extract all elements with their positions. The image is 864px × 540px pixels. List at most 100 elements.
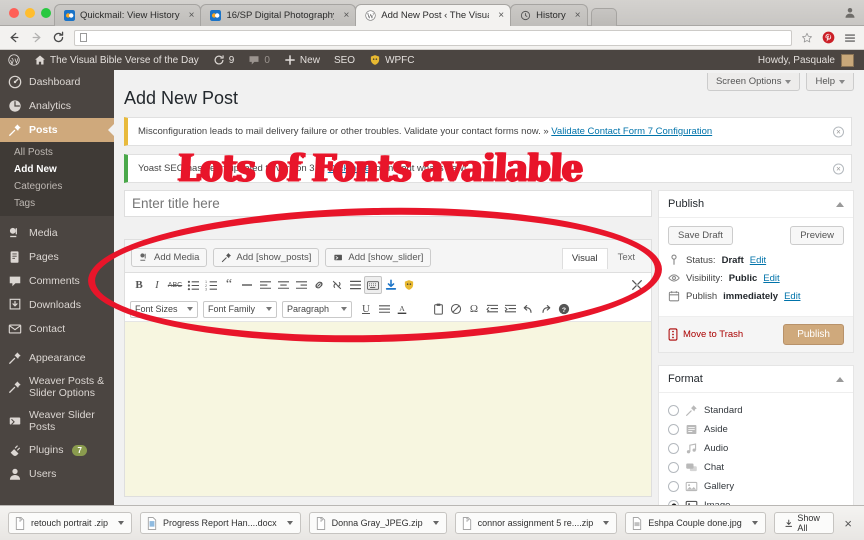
browser-tab-3[interactable]: History × xyxy=(510,4,588,26)
add-media-button[interactable]: Add Media xyxy=(131,247,208,267)
dismiss-notice-icon[interactable]: × xyxy=(833,126,844,137)
paste-as-text-button[interactable] xyxy=(429,300,447,318)
bold-button[interactable]: B xyxy=(130,276,148,294)
redo-button[interactable] xyxy=(537,300,555,318)
download-item-4[interactable]: Eshpa Couple done.jpg xyxy=(625,512,766,534)
numbered-list-button[interactable]: 123 xyxy=(202,276,220,294)
keyboard-shortcuts-button[interactable]: ? xyxy=(555,300,573,318)
remove-link-button[interactable] xyxy=(328,276,346,294)
insert-link-button[interactable] xyxy=(310,276,328,294)
horizontal-rule-button[interactable] xyxy=(238,276,256,294)
hamburger-menu-icon[interactable] xyxy=(844,32,856,44)
sidebar-item-media[interactable]: Media xyxy=(0,221,114,245)
font-sizes-select[interactable]: Font Sizes xyxy=(130,300,198,318)
special-character-button[interactable]: Ω xyxy=(465,300,483,318)
sidebar-item-plugins[interactable]: Plugins 7 xyxy=(0,438,114,462)
read-more-button[interactable] xyxy=(346,276,364,294)
save-draft-button[interactable]: Save Draft xyxy=(668,226,733,245)
sidebar-item-contact[interactable]: Contact xyxy=(0,317,114,341)
post-content-textarea[interactable] xyxy=(125,321,651,496)
browser-tab-close-icon[interactable]: × xyxy=(575,10,581,21)
tab-visual[interactable]: Visual xyxy=(561,248,608,269)
submenu-item-categories[interactable]: Categories xyxy=(0,178,114,195)
chevron-down-icon[interactable] xyxy=(286,521,293,525)
admin-bar-account[interactable]: Howdy, Pasquale xyxy=(758,53,856,67)
submenu-item-add-new[interactable]: Add New xyxy=(0,161,114,178)
bulleted-list-button[interactable] xyxy=(184,276,202,294)
pinterest-icon[interactable] xyxy=(822,31,835,44)
radio-standard[interactable] xyxy=(668,405,679,416)
tab-text[interactable]: Text xyxy=(608,247,645,268)
decrease-indent-button[interactable] xyxy=(483,300,501,318)
close-window-button[interactable] xyxy=(9,8,19,18)
chevron-down-icon[interactable] xyxy=(432,521,439,525)
chevron-down-icon[interactable] xyxy=(603,521,610,525)
text-color-dropdown-button[interactable] xyxy=(411,300,429,318)
browser-tab-close-icon[interactable]: × xyxy=(189,10,195,21)
sidebar-item-weaver-slider-posts[interactable]: Weaver Slider Posts xyxy=(0,404,114,438)
yoast-click-here-link[interactable]: Click here xyxy=(328,163,370,174)
browser-tab-close-icon[interactable]: × xyxy=(498,10,504,21)
download-button[interactable] xyxy=(382,276,400,294)
download-item-1[interactable]: Progress Report Han....docx xyxy=(140,512,301,534)
download-item-3[interactable]: connor assignment 5 re....zip xyxy=(454,512,618,534)
wp-logo-menu[interactable] xyxy=(8,50,27,70)
align-right-button[interactable] xyxy=(292,276,310,294)
minimize-window-button[interactable] xyxy=(25,8,35,18)
seo-menu[interactable]: SEO xyxy=(327,50,362,70)
radio-gallery[interactable] xyxy=(668,481,679,492)
blockquote-button[interactable]: “ xyxy=(220,276,238,294)
sidebar-item-comments[interactable]: Comments xyxy=(0,269,114,293)
comments-menu[interactable]: 0 xyxy=(241,50,277,70)
italic-button[interactable]: I xyxy=(148,276,166,294)
sidebar-item-downloads[interactable]: Downloads xyxy=(0,293,114,317)
format-option-image[interactable]: Image xyxy=(668,496,844,505)
sidebar-item-users[interactable]: Users xyxy=(0,462,114,486)
chevron-down-icon[interactable] xyxy=(751,521,758,525)
site-name-menu[interactable]: The Visual Bible Verse of the Day xyxy=(27,50,206,70)
browser-profile-icon[interactable] xyxy=(844,6,856,19)
submenu-item-tags[interactable]: Tags xyxy=(0,195,114,212)
browser-tab-close-icon[interactable]: × xyxy=(343,10,349,21)
format-option-aside[interactable]: Aside xyxy=(668,420,844,439)
chevron-up-icon[interactable] xyxy=(836,201,844,207)
paragraph-format-select[interactable]: Paragraph xyxy=(282,300,352,318)
justify-button[interactable] xyxy=(375,300,393,318)
sidebar-item-posts[interactable]: Posts xyxy=(0,118,114,142)
format-option-gallery[interactable]: Gallery xyxy=(668,477,844,496)
chevron-down-icon[interactable] xyxy=(118,521,125,525)
download-item-0[interactable]: retouch portrait .zip xyxy=(8,512,133,534)
sidebar-item-analytics[interactable]: Analytics xyxy=(0,94,114,118)
sidebar-item-weaver-posts-slider-options[interactable]: Weaver Posts & Slider Options xyxy=(0,370,114,404)
toggle-toolbar-button[interactable] xyxy=(364,276,382,294)
preview-button[interactable]: Preview xyxy=(790,226,844,245)
clear-formatting-button[interactable] xyxy=(447,300,465,318)
download-item-2[interactable]: Donna Gray_JPEG.zip xyxy=(308,512,447,534)
address-bar[interactable] xyxy=(74,29,792,46)
format-option-audio[interactable]: Audio xyxy=(668,439,844,458)
sidebar-item-appearance[interactable]: Appearance xyxy=(0,346,114,370)
chevron-up-icon[interactable] xyxy=(836,376,844,382)
updates-menu[interactable]: 9 xyxy=(206,50,242,70)
help-button[interactable]: Help xyxy=(806,73,854,91)
undo-button[interactable] xyxy=(519,300,537,318)
back-arrow-icon[interactable] xyxy=(8,31,21,44)
radio-audio[interactable] xyxy=(668,443,679,454)
new-content-menu[interactable]: New xyxy=(277,50,327,70)
screen-options-button[interactable]: Screen Options xyxy=(706,73,801,91)
add-show-posts-button[interactable]: Add [show_posts] xyxy=(213,247,320,267)
strikethrough-button[interactable]: ABC xyxy=(166,276,184,294)
new-tab-button[interactable] xyxy=(590,8,617,26)
validate-cf7-link[interactable]: Validate Contact Form 7 Configuration xyxy=(551,126,712,137)
browser-tab-2[interactable]: W Add New Post ‹ The Visual × xyxy=(355,4,512,26)
text-color-button[interactable]: A xyxy=(393,300,411,318)
browser-tab-0[interactable]: Quickmail: View History × xyxy=(54,4,202,26)
add-show-slider-button[interactable]: Add [show_slider] xyxy=(325,247,432,267)
page-info-icon[interactable] xyxy=(80,33,87,42)
fullscreen-button[interactable] xyxy=(628,276,646,294)
show-all-downloads-button[interactable]: Show All xyxy=(773,512,835,534)
format-option-standard[interactable]: Standard xyxy=(668,401,844,420)
radio-chat[interactable] xyxy=(668,462,679,473)
reload-icon[interactable] xyxy=(52,31,65,44)
edit-visibility-link[interactable]: Edit xyxy=(763,273,779,284)
